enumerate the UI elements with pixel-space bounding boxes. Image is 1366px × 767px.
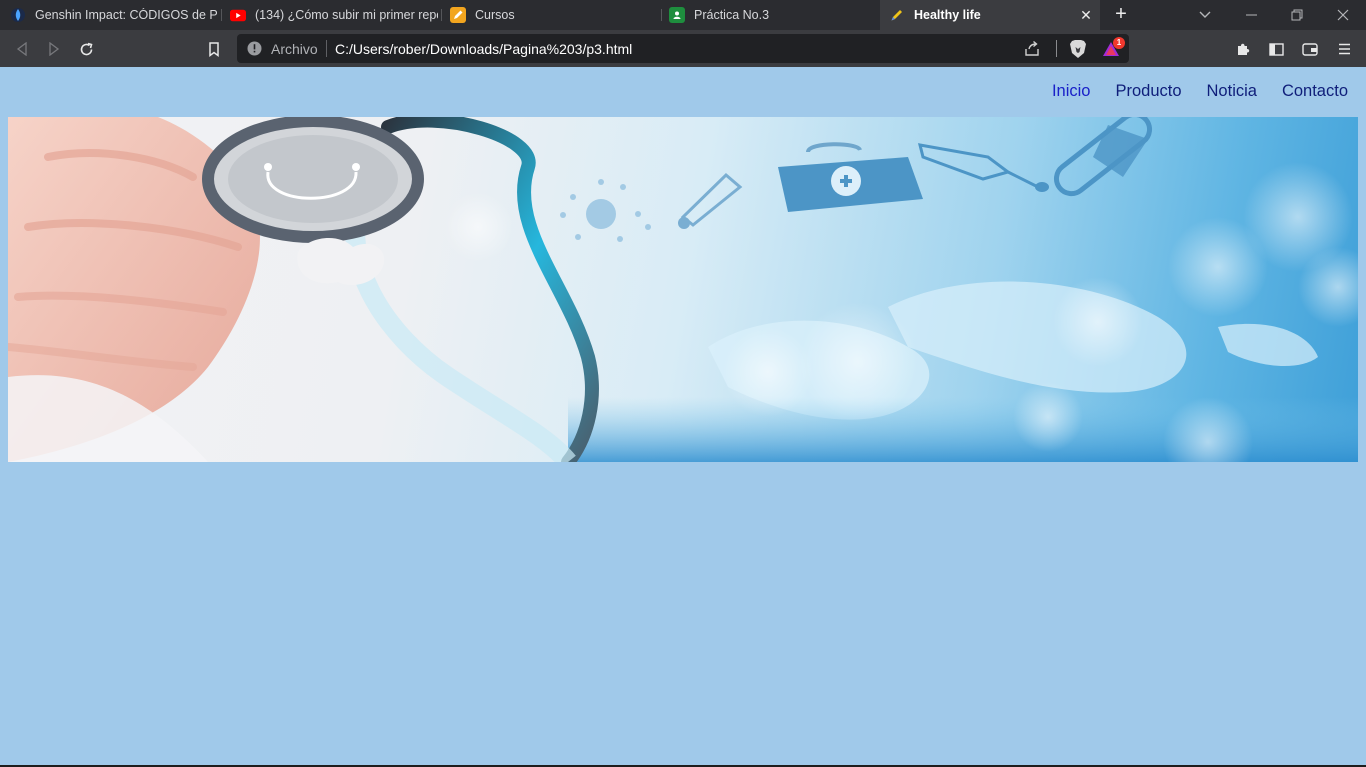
puzzle-icon: [1238, 43, 1250, 55]
extensions-button[interactable]: [1233, 38, 1255, 60]
sidebar-button[interactable]: [1265, 38, 1287, 60]
main-nav: Inicio Producto Noticia Contacto: [1027, 82, 1348, 101]
medical-banner-illustration: [8, 117, 1358, 462]
nav-contacto[interactable]: Contacto: [1282, 82, 1348, 101]
nav-inicio[interactable]: Inicio: [1052, 82, 1091, 101]
nav-noticia[interactable]: Noticia: [1207, 82, 1257, 101]
hero-banner-image: [8, 117, 1358, 462]
minimize-icon: [1245, 14, 1257, 16]
restore-button[interactable]: [1274, 0, 1320, 30]
tab-title: Healthy life: [914, 8, 981, 22]
tab-separator: [661, 9, 662, 21]
brave-rewards-button[interactable]: 1: [1102, 37, 1125, 59]
youtube-icon: [230, 7, 246, 23]
tab-title: Práctica No.3: [694, 8, 770, 22]
url-text[interactable]: C:/Users/rober/Downloads/Pagina%203/p3.h…: [335, 41, 632, 57]
tab-cursos[interactable]: Cursos: [450, 0, 660, 30]
new-tab-button[interactable]: +: [1110, 4, 1132, 26]
menu-button[interactable]: [1333, 38, 1355, 60]
pill-capsule-icon: [1053, 117, 1153, 197]
close-icon: [1337, 9, 1349, 21]
reload-icon: [80, 42, 92, 55]
hamburger-menu-icon: [1338, 43, 1350, 55]
genshin-icon: [10, 7, 26, 23]
minimize-button[interactable]: [1228, 0, 1274, 30]
tab-strip: Genshin Impact: CÓDIGOS de Prot (134) ¿C…: [0, 0, 1366, 30]
page-content: Inicio Producto Noticia Contacto: [0, 67, 1366, 766]
tab-practica[interactable]: Práctica No.3: [669, 0, 875, 30]
chevron-down-icon: [1199, 11, 1211, 18]
tab-title: Genshin Impact: CÓDIGOS de Prot: [35, 8, 217, 22]
tab-genshin[interactable]: Genshin Impact: CÓDIGOS de Prot: [10, 0, 217, 30]
pencil-note-icon: [450, 7, 466, 23]
tab-youtube[interactable]: (134) ¿Cómo subir mi primer repos: [230, 0, 438, 30]
tab-search-button[interactable]: [1182, 0, 1228, 30]
forward-icon: [49, 42, 60, 56]
sidebar-icon: [1268, 42, 1284, 56]
forward-button[interactable]: [43, 38, 65, 60]
close-tab-icon[interactable]: ✕: [1078, 7, 1094, 23]
address-divider: [1056, 40, 1057, 57]
share-icon[interactable]: [1023, 40, 1041, 58]
address-divider: [326, 40, 327, 57]
medical-case-icon: [778, 142, 923, 212]
back-icon: [16, 42, 27, 56]
bookmark-icon: [209, 41, 219, 57]
info-icon[interactable]: [247, 41, 262, 56]
pen-icon: [889, 7, 905, 23]
tab-separator: [441, 9, 442, 21]
tab-title: (134) ¿Cómo subir mi primer repos: [255, 8, 438, 22]
brave-shields-icon[interactable]: [1069, 39, 1087, 59]
address-bar[interactable]: Archivo C:/Users/rober/Downloads/Pagina%…: [237, 34, 1129, 63]
close-window-button[interactable]: [1320, 0, 1366, 30]
rewards-badge: 1: [1113, 37, 1125, 49]
wallet-button[interactable]: [1299, 38, 1321, 60]
thermometer-icon: [678, 172, 743, 229]
virus-icon: [560, 179, 651, 242]
reload-button[interactable]: [75, 38, 97, 60]
tab-healthy-life[interactable]: Healthy life ✕: [880, 0, 1100, 30]
wallet-icon: [1302, 42, 1318, 56]
classroom-icon: [669, 7, 685, 23]
tab-separator: [221, 9, 222, 21]
back-button[interactable]: [11, 38, 33, 60]
nav-producto[interactable]: Producto: [1115, 82, 1181, 101]
tab-title: Cursos: [475, 8, 515, 22]
syringe-icon: [917, 143, 1049, 192]
restore-icon: [1291, 9, 1303, 21]
bookmark-button[interactable]: [203, 38, 225, 60]
security-label: Archivo: [271, 41, 318, 57]
